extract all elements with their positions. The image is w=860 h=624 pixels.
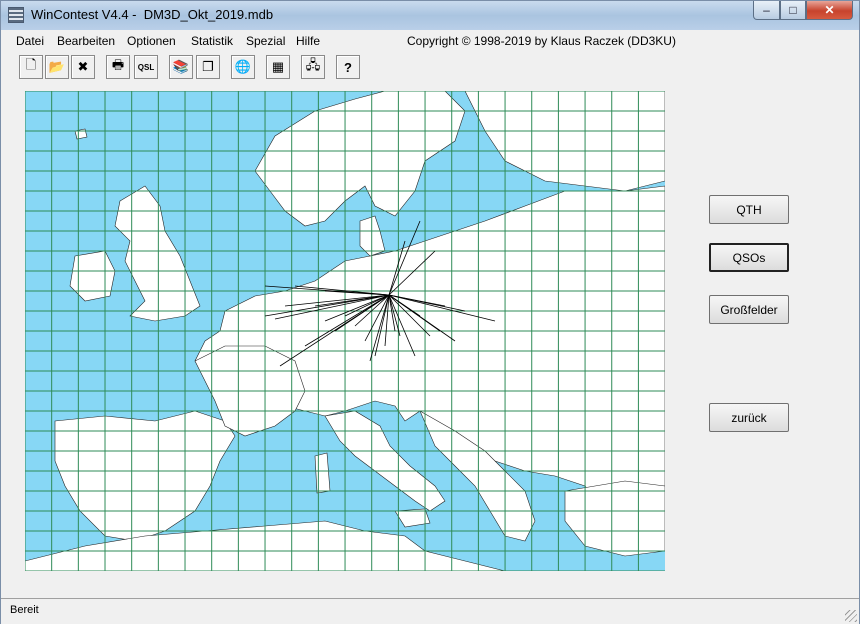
books-icon[interactable]: 📚 <box>169 55 193 79</box>
sardinia <box>314 452 331 494</box>
new-file-icon[interactable]: 🗋 <box>19 55 43 79</box>
menu-optionen[interactable]: Optionen <box>127 34 176 48</box>
grossfelder-button[interactable]: Großfelder <box>709 295 789 324</box>
network-icon[interactable]: 🖧 <box>301 55 325 79</box>
qso-map[interactable] <box>25 91 665 571</box>
globe-icon[interactable]: 🌐 <box>231 55 255 79</box>
main-window: WinContest V4.4 - DM3D_Okt_2019.mdb – □ … <box>0 0 860 624</box>
zurueck-button[interactable]: zurück <box>709 403 789 432</box>
window-title: WinContest V4.4 - DM3D_Okt_2019.mdb <box>31 7 274 22</box>
menu-datei[interactable]: Datei <box>16 34 44 48</box>
app-icon[interactable] <box>8 7 24 23</box>
maximize-button[interactable]: □ <box>780 1 806 20</box>
help-icon[interactable]: ? <box>336 55 360 79</box>
minimize-button[interactable]: – <box>753 1 780 20</box>
status-text: Bereit <box>10 604 39 616</box>
menu-statistik[interactable]: Statistik <box>191 34 233 48</box>
open-folder-icon[interactable]: 📂 <box>45 55 69 79</box>
print-icon[interactable]: 🖶 <box>106 55 130 79</box>
menu-spezial[interactable]: Spezial <box>246 34 285 48</box>
qth-button[interactable]: QTH <box>709 195 789 224</box>
qsl-card-icon[interactable]: QSL <box>134 55 158 79</box>
toolbar: 🗋 📂 ✖ 🖶 QSL 📚 ❐ 🌐 ▦ 🖧 ? <box>1 52 859 82</box>
close-button[interactable]: ✕ <box>806 1 853 20</box>
qsos-button[interactable]: QSOs <box>709 243 789 272</box>
delete-icon[interactable]: ✖ <box>71 55 95 79</box>
menu-hilfe[interactable]: Hilfe <box>296 34 320 48</box>
copy-pages-icon[interactable]: ❐ <box>196 55 220 79</box>
grid-icon[interactable]: ▦ <box>266 55 290 79</box>
resize-grip[interactable] <box>845 610 857 622</box>
status-bar: Bereit <box>1 598 859 624</box>
title-bar[interactable]: WinContest V4.4 - DM3D_Okt_2019.mdb – □ … <box>1 1 859 30</box>
menu-bearbeiten[interactable]: Bearbeiten <box>57 34 115 48</box>
copyright-text: Copyright © 1998-2019 by Klaus Raczek (D… <box>407 34 676 48</box>
